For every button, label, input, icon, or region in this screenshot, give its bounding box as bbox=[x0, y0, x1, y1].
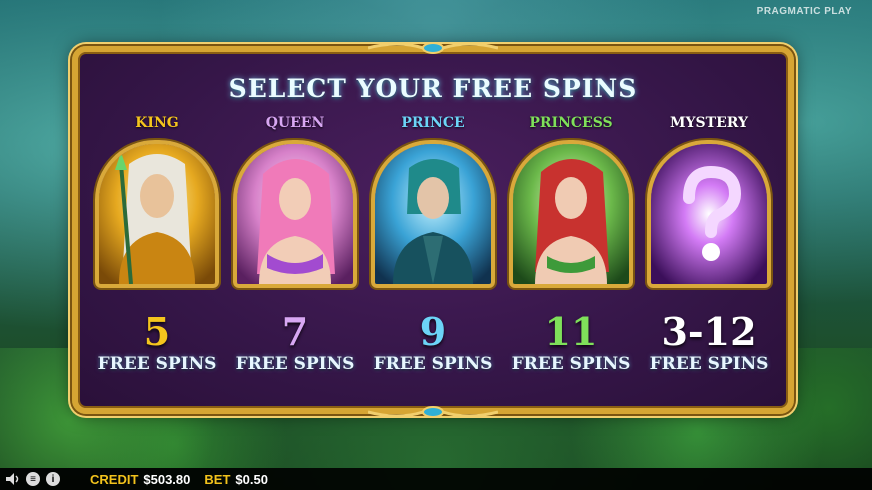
info-icon[interactable]: i bbox=[46, 472, 60, 486]
bottom-ornament bbox=[368, 406, 498, 418]
spin-count: 9 bbox=[419, 309, 447, 354]
spins-label: FREE SPINS bbox=[97, 354, 217, 374]
spins-label: FREE SPINS bbox=[373, 354, 493, 374]
speaker-icon[interactable] bbox=[6, 472, 20, 486]
spins-label: FREE SPINS bbox=[511, 354, 631, 374]
top-ornament bbox=[368, 42, 498, 54]
bet-value: $0.50 bbox=[235, 471, 268, 487]
option-king[interactable]: KING 5 FREE SPINS bbox=[95, 112, 219, 374]
menu-icon[interactable]: ≡ bbox=[26, 472, 40, 486]
brand-logo: PRAGMATIC PLAY bbox=[756, 6, 852, 17]
free-spins-selection-panel: SELECT YOUR FREE SPINS KING 5 FREE SPINS… bbox=[72, 42, 794, 418]
bet-label: BET bbox=[204, 471, 231, 487]
option-mystery[interactable]: MYSTERY 3-12 FREE SPINS bbox=[647, 112, 771, 374]
option-name: PRINCESS bbox=[529, 115, 613, 131]
mystery-portrait[interactable] bbox=[647, 140, 771, 288]
king-portrait[interactable] bbox=[95, 140, 219, 288]
spin-count: 3-12 bbox=[661, 309, 757, 354]
option-prince[interactable]: PRINCE 9 FREE SPINS bbox=[371, 112, 495, 374]
option-name: KING bbox=[135, 115, 179, 131]
prince-portrait[interactable] bbox=[371, 140, 495, 288]
spin-count: 5 bbox=[143, 309, 171, 354]
option-name: MYSTERY bbox=[670, 115, 748, 131]
option-princess[interactable]: PRINCESS 11 FREE SPINS bbox=[509, 112, 633, 374]
option-queen[interactable]: QUEEN 7 FREE SPINS bbox=[233, 112, 357, 374]
spins-label: FREE SPINS bbox=[235, 354, 355, 374]
spins-label: FREE SPINS bbox=[649, 354, 769, 374]
princess-portrait[interactable] bbox=[509, 140, 633, 288]
credit-label: CREDIT bbox=[90, 471, 139, 487]
credit-value: $503.80 bbox=[143, 471, 191, 487]
panel-title: SELECT YOUR FREE SPINS bbox=[228, 74, 638, 103]
option-name: QUEEN bbox=[265, 115, 325, 131]
status-bar: ≡ i CREDIT $503.80 BET $0.50 bbox=[0, 468, 872, 490]
spin-count: 7 bbox=[281, 309, 309, 354]
queen-portrait[interactable] bbox=[233, 140, 357, 288]
spin-count: 11 bbox=[544, 309, 598, 354]
option-name: PRINCE bbox=[401, 115, 465, 131]
